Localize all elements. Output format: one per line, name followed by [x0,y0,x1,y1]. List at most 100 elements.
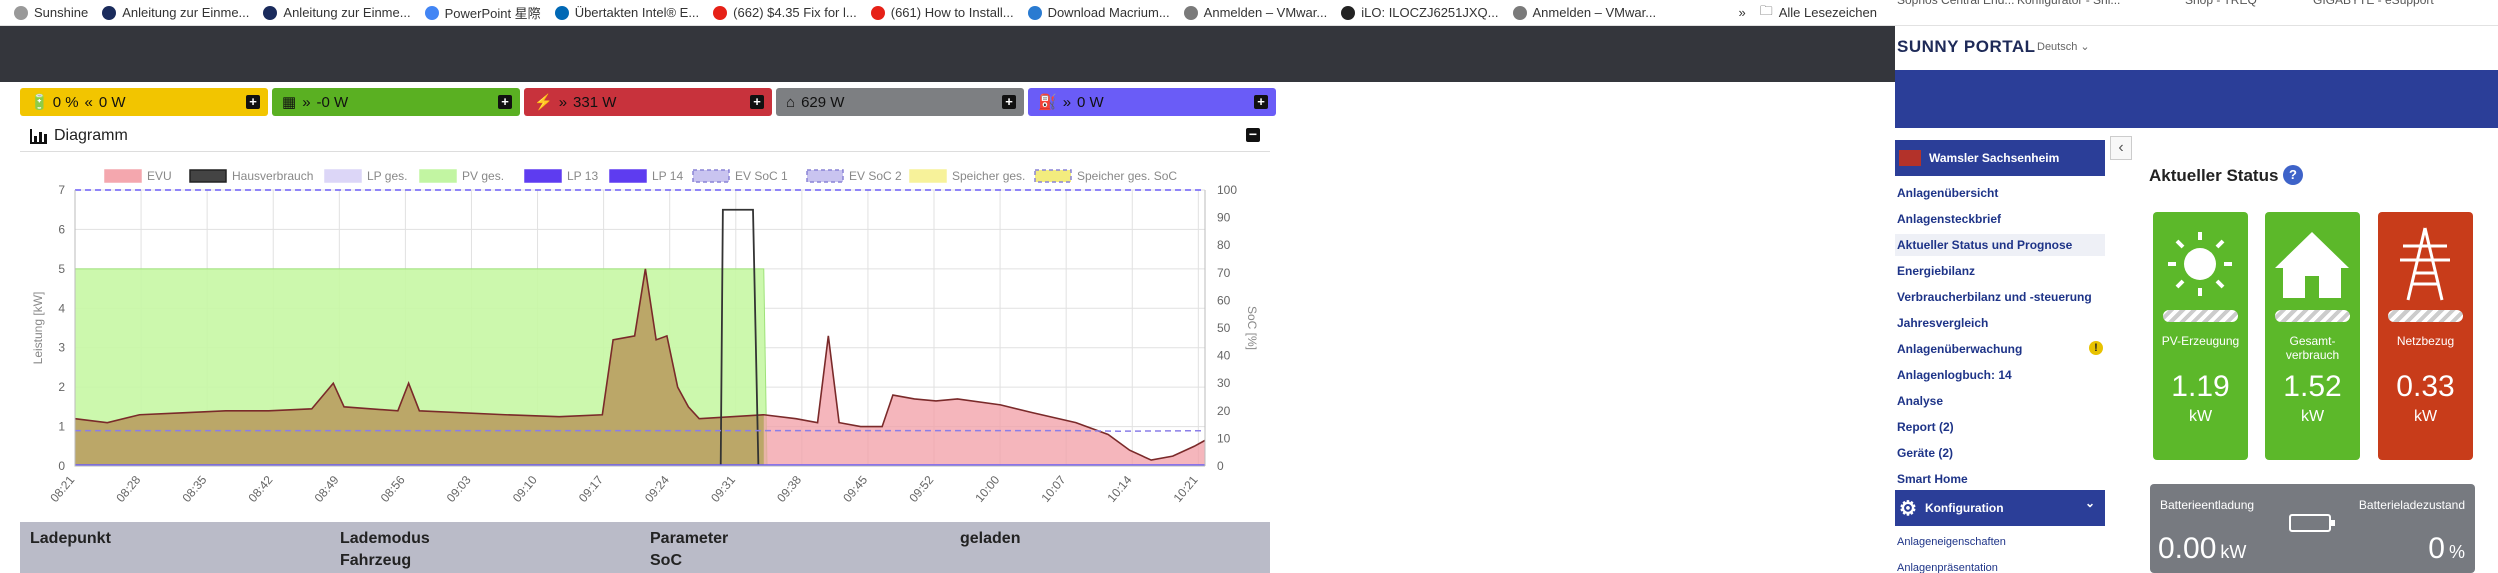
legend-label[interactable]: EVU [147,169,172,183]
bookmark-label: Anleitung zur Einme... [122,5,250,20]
x-tick-label: 08:28 [113,473,143,505]
y2-tick-label: 100 [1217,183,1237,197]
config-header[interactable]: ⚙ Konfiguration ⌄ [1895,490,2105,526]
nav-item[interactable]: Smart Home [1895,472,2105,486]
bookmark-item[interactable]: iLO: ILOCZJ6251JXQ... [1327,0,1499,26]
flow-indicator [2275,310,2350,322]
all-bookmarks-button[interactable]: 🗀 Alle Lesezeichen [1746,0,1895,26]
sub-nav-item[interactable]: Anlagenpräsentation [1895,562,2105,573]
legend-label[interactable]: EV SoC 2 [849,169,902,183]
legend-label[interactable]: Speicher ges. SoC [1077,169,1177,183]
expand-tile-button[interactable]: + [498,95,512,109]
chevron-down-icon: ⌄ [2084,496,2095,510]
legend-label[interactable]: Hausverbrauch [232,169,313,183]
y-tick-label: 4 [58,301,65,315]
bookmark-item[interactable]: Konfigurator - Shi... [2017,0,2120,7]
legend-swatch[interactable] [419,169,457,183]
nav-item[interactable]: Aktueller Status und Prognose [1895,234,2105,256]
bookmark-item[interactable]: (661) How to Install... [857,0,1014,26]
col-lademodus: Lademodus [340,530,430,547]
collapse-diagram-button[interactable]: − [1246,127,1260,142]
nav-item[interactable]: Verbraucherbilanz und -steuerung [1895,290,2105,304]
y2-tick-label: 30 [1217,376,1231,390]
status-card[interactable]: Gesamt- verbrauch 1.52 kW [2265,212,2360,460]
bookmarks-overflow-button[interactable]: » [1724,0,1745,26]
card-label: PV-Erzeugung [2161,334,2240,348]
chargepoint-icon: ⛽ [1038,94,1057,111]
bookmark-item[interactable]: Download Macrium... [1014,0,1170,26]
tile-pv[interactable]: ▦ » -0 W + [272,88,520,116]
legend-swatch[interactable] [909,169,947,183]
legend-swatch[interactable] [524,169,562,183]
bookmark-item[interactable]: Shop - TREQ [2185,0,2257,7]
bookmark-item[interactable]: Anleitung zur Einme... [88,0,249,26]
screen: Sunshine Anleitung zur Einme... Anleitung … [0,0,2498,573]
bookmark-item[interactable]: Übertakten Intel® E... [541,0,699,26]
nav-item[interactable]: Anlagenüberwachung! [1895,341,2105,356]
ilo-icon [1341,5,1356,20]
legend-swatch[interactable] [1034,169,1072,183]
chevron-down-icon: ⌄ [2080,41,2090,53]
tile-house[interactable]: ⌂ 629 W + [776,88,1024,116]
nav-item[interactable]: Energiebilanz [1895,264,2105,278]
youtube-icon [870,5,885,20]
nav-item[interactable]: Anlagenübersicht [1895,186,2105,200]
tile-chargepoint[interactable]: ⛽ » 0 W + [1028,88,1276,116]
tile-battery[interactable]: 🔋 0 % « 0 W + [20,88,268,116]
tile-value: 0 W [98,93,126,111]
language-select[interactable]: Deutsch ⌄ [2037,40,2090,53]
legend-label[interactable]: LP 14 [652,169,683,183]
status-card[interactable]: PV-Erzeugung 1.19 kW [2153,212,2248,460]
diagram-header[interactable]: Diagramm − [20,120,1270,152]
status-card[interactable]: Netzbezug 0.33 kW [2378,212,2473,460]
sunny-bookmarks: Sophos Central End... Konfigurator - Shi.… [1895,0,2498,26]
legend-label[interactable]: PV ges. [462,169,504,183]
bookmark-item[interactable]: Anmelden – VMwar... [1170,0,1327,26]
tile-grid[interactable]: ⚡ » 331 W + [524,88,772,116]
bookmark-item[interactable]: Sunshine [0,0,88,26]
legend-swatch[interactable] [324,169,362,183]
house-icon: ⌂ [786,93,796,111]
tile-value: -0 W [316,93,349,111]
plant-header[interactable]: Wamsler Sachsenheim [1895,140,2105,176]
nav-item[interactable]: Anlagensteckbrief [1895,212,2105,226]
expand-tile-button[interactable]: + [246,95,260,109]
help-icon[interactable]: ? [2283,165,2303,185]
legend-swatch[interactable] [189,169,227,183]
legend-swatch[interactable] [104,169,142,183]
legend-label[interactable]: Speicher ges. [952,169,1025,183]
nav-item[interactable]: Report (2) [1895,420,2105,434]
bookmark-item[interactable]: Anleitung zur Einme... [249,0,411,26]
sub-nav-item[interactable]: Anlageneigenschaften [1895,536,2105,548]
bookmark-item[interactable]: PowerPoint 星際 [411,0,541,26]
bookmark-item[interactable]: GIGABYTE - eSupport [2313,0,2434,7]
legend-label[interactable]: LP ges. [367,169,407,183]
legend-swatch[interactable] [806,169,844,183]
config-label: Konfiguration [1924,501,2004,515]
expand-tile-button[interactable]: + [750,95,764,109]
card-unit: kW [2413,408,2438,425]
tile-text: 0 % [52,93,79,111]
legend-label[interactable]: LP 13 [567,169,598,183]
youtube-icon [713,5,728,20]
legend-label[interactable]: EV SoC 1 [735,169,788,183]
y-tick-label: 7 [58,183,65,197]
gear-icon: ⚙ [1899,497,1917,520]
card-value: 1.52 [2283,370,2342,403]
nav-item[interactable]: Anlagenlogbuch: 14 [1895,368,2105,382]
nav-item[interactable]: Analyse [1895,394,2105,408]
bookmark-item[interactable]: Sophos Central End... [1897,0,2014,7]
legend-swatch[interactable] [692,169,730,183]
sidebar-collapse-button[interactable]: ‹ [2110,136,2132,160]
expand-tile-button[interactable]: + [1254,95,1268,109]
bookmark-item[interactable]: (662) $4.35 Fix for l... [699,0,857,26]
bookmark-label: Anmelden – VMwar... [1532,5,1657,20]
nav-item[interactable]: Geräte (2) [1895,446,2105,460]
expand-tile-button[interactable]: + [1002,95,1016,109]
sunny-logo[interactable]: SUNNY PORTAL [1897,37,2036,57]
bookmark-item[interactable]: Anmelden – VMwar... [1499,0,1657,26]
sunny-blue-band [1895,70,2498,128]
nav-item[interactable]: Jahresvergleich [1895,316,2105,330]
legend-swatch[interactable] [609,169,647,183]
house-icon [2275,232,2349,298]
